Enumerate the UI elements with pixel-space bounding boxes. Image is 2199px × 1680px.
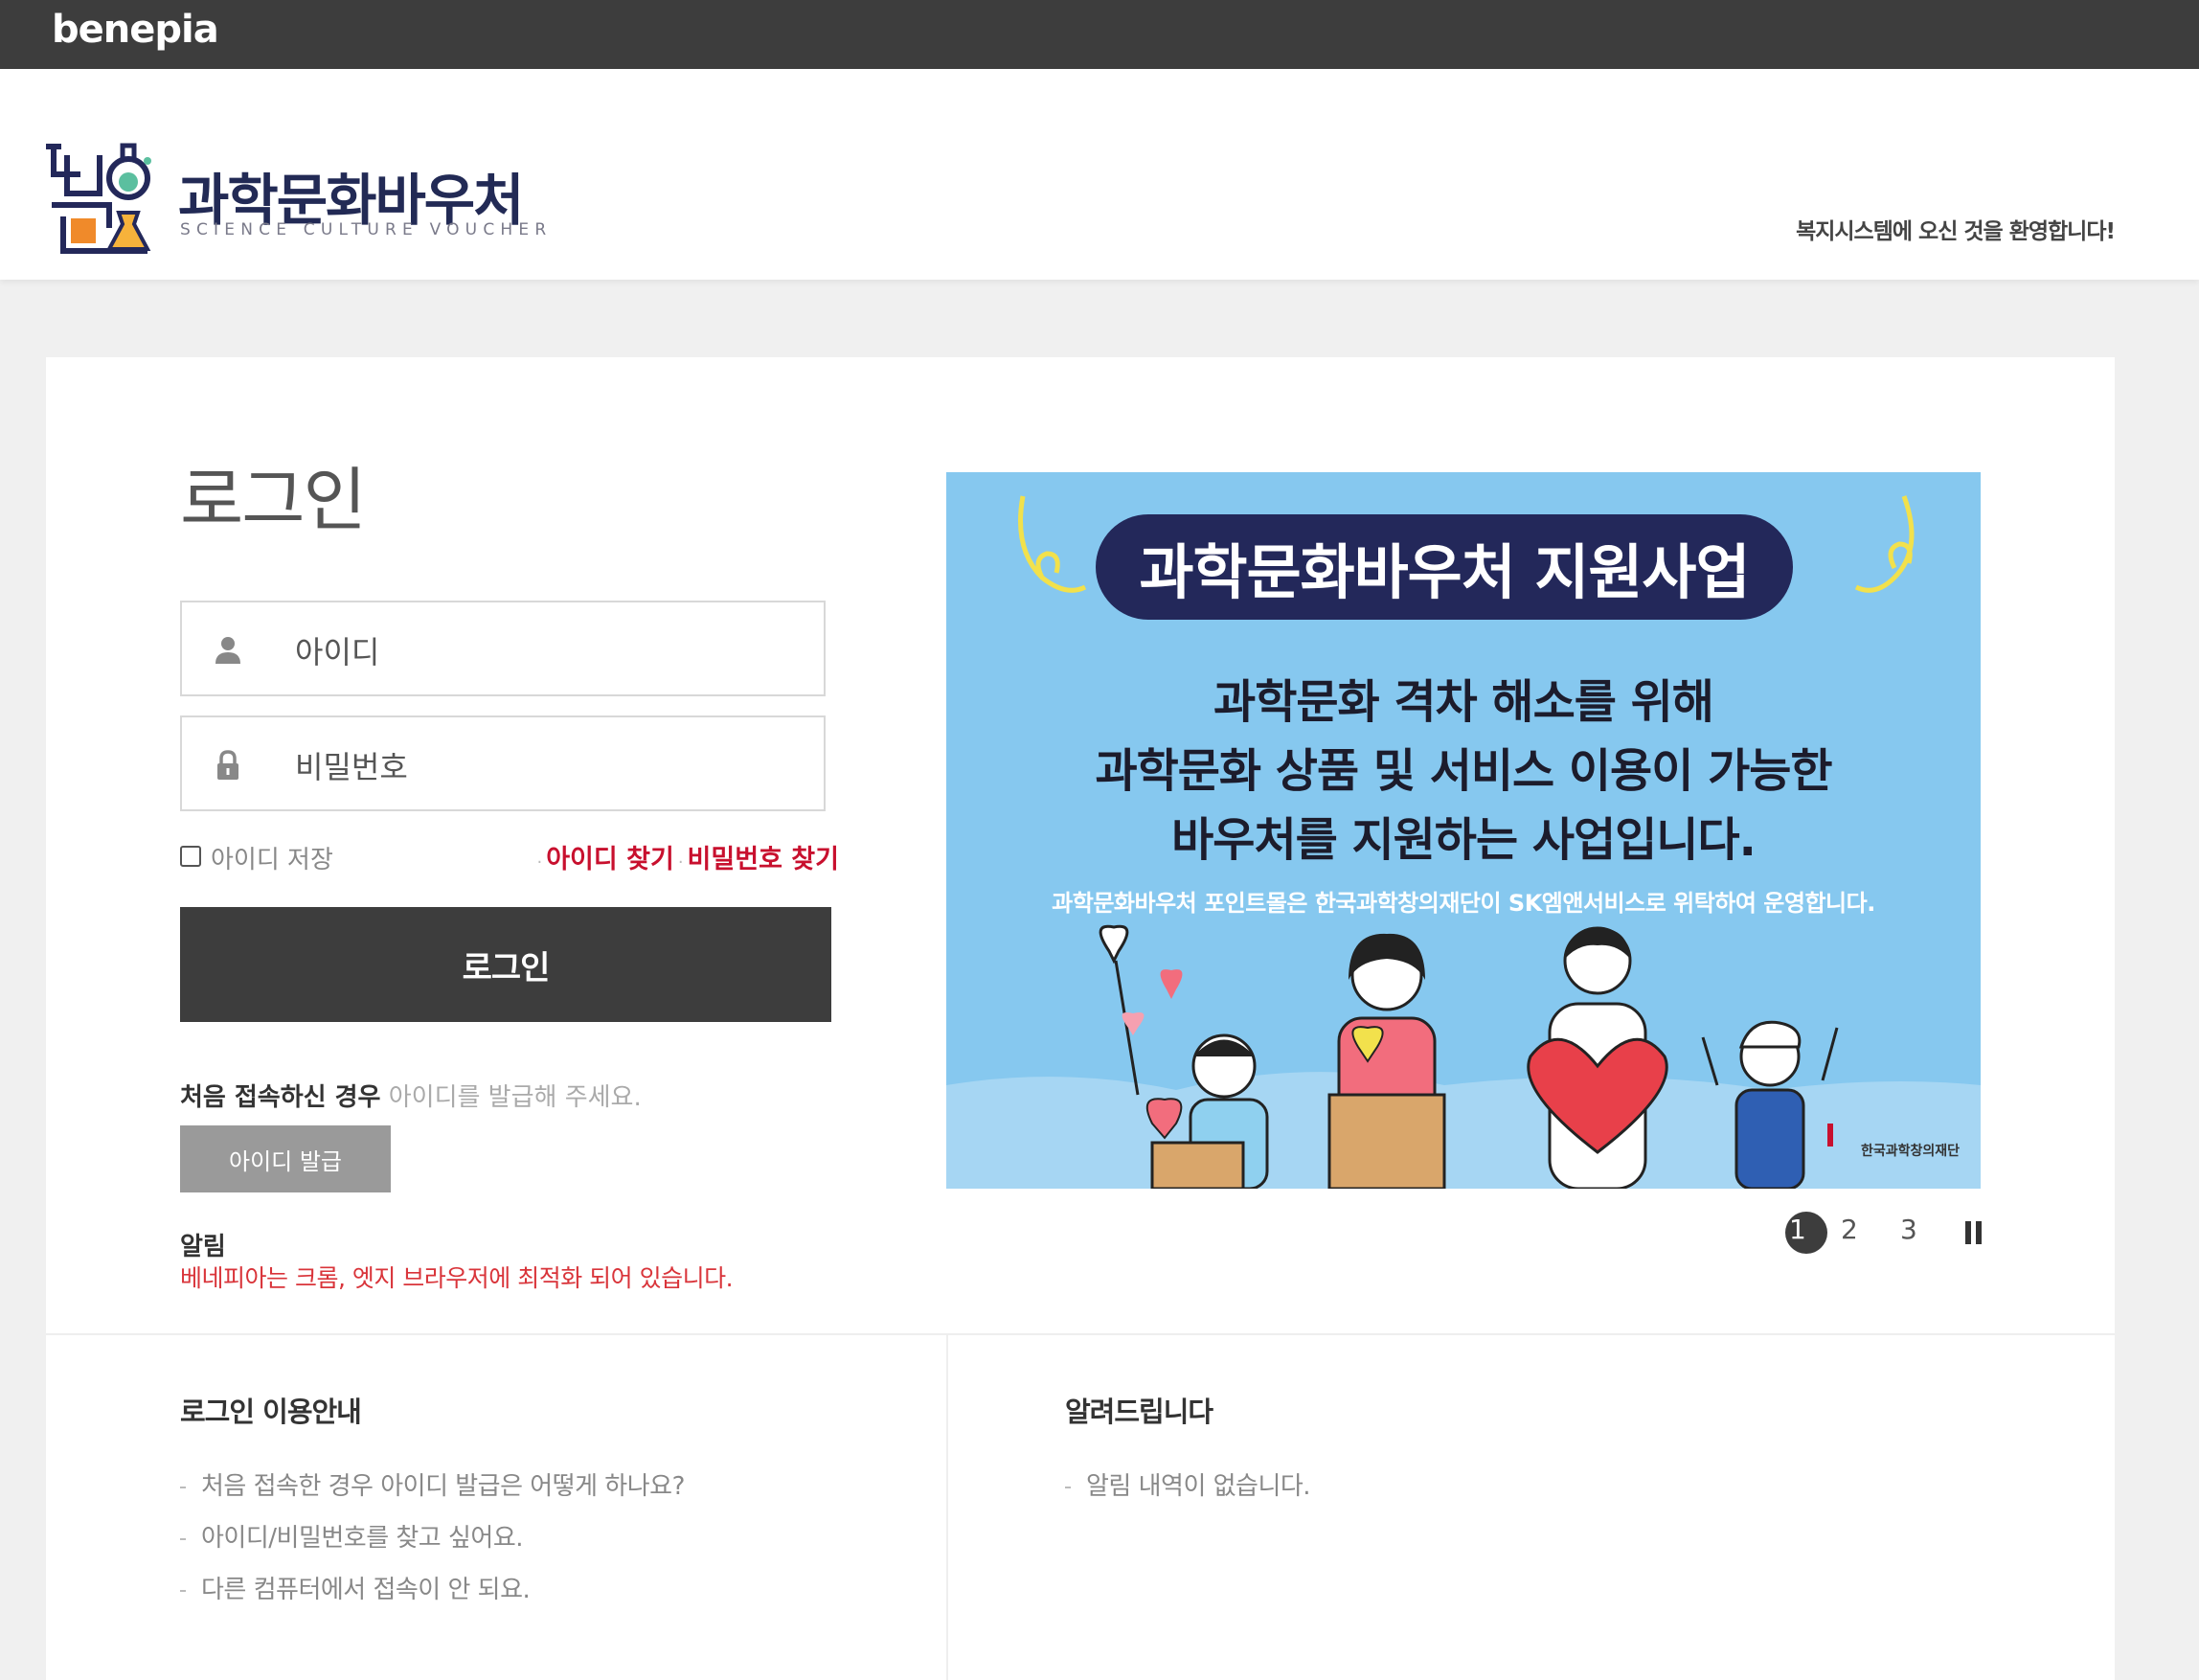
save-id-label[interactable]: 아이디 저장 — [211, 840, 333, 875]
banner-line-1: 과학문화 격차 해소를 위해 — [1213, 675, 1714, 729]
notices-title: 알려드립니다 — [1065, 1396, 1213, 1428]
first-visit-light: 아이디를 발급해 주세요. — [388, 1083, 642, 1112]
pager-page-1[interactable]: 1 — [1789, 1214, 1806, 1245]
login-guide-title: 로그인 이용안내 — [180, 1396, 362, 1428]
login-button[interactable]: 로그인 — [180, 907, 831, 1022]
promo-banner[interactable]: 과학문화바우처 지원사업 과학문화 격차 해소를 위해 과학문화 상품 및 서비… — [946, 472, 1981, 1189]
bullet-icon — [1065, 1486, 1071, 1488]
bullet-icon — [180, 1486, 186, 1488]
password-field[interactable]: 비밀번호 — [180, 715, 826, 811]
swirl-decoration-icon — [1018, 495, 1087, 593]
welcome-text: 복지시스템에 오신 것을 환영합니다! — [1796, 219, 2116, 244]
notice-label: 알림 — [180, 1233, 226, 1261]
lock-icon — [217, 750, 238, 780]
faq-text: 처음 접속한 경우 아이디 발급은 어떻게 하나요? — [201, 1472, 685, 1501]
section-divider — [46, 1333, 2115, 1335]
swirl-decoration-icon — [1854, 495, 1915, 593]
column-divider — [946, 1334, 948, 1680]
id-placeholder: 아이디 — [295, 634, 380, 670]
banner-title: 과학문화바우처 지원사업 — [1096, 514, 1793, 620]
password-placeholder: 비밀번호 — [295, 749, 408, 785]
id-field[interactable]: 아이디 — [180, 601, 826, 696]
pause-icon[interactable] — [1965, 1221, 1983, 1244]
logo-subtitle: SCIENCE CULTURE VOUCHER — [180, 220, 553, 239]
save-id-checkbox[interactable] — [180, 846, 201, 867]
banner-operator-note: 과학문화바우처 포인트몰은 한국과학창의재단이 SK엠앤서비스로 위탁하여 운영… — [1052, 890, 1875, 917]
banner-foundation-label: 한국과학창의재단 — [1860, 1144, 1960, 1159]
browser-notice: 베네피아는 크롬, 엣지 브라우저에 최적화 되어 있습니다. — [180, 1264, 734, 1292]
login-card: 로그인 아이디 비밀번호 아이디 저장 · 아이디 찾기 · 비밀번호 찾기 로그인 … — [46, 357, 2115, 1680]
banner-line-3: 바우처를 지원하는 사업입니다. — [1171, 813, 1757, 867]
save-id-row: 아이디 저장 · 아이디 찾기 · 비밀번호 찾기 — [180, 838, 839, 875]
pager-page-2[interactable]: 2 — [1841, 1214, 1858, 1245]
first-visit-guide: 처음 접속하신 경우 아이디를 발급해 주세요. — [180, 1078, 642, 1113]
site-header: 과학문화바우처 SCIENCE CULTURE VOUCHER 복지시스템에 오… — [0, 69, 2199, 280]
user-icon — [215, 637, 240, 664]
faq-item[interactable]: 다른 컴퓨터에서 접속이 안 되요. — [180, 1570, 531, 1605]
link-separator: · — [536, 852, 543, 873]
faq-item[interactable]: 처음 접속한 경우 아이디 발급은 어떻게 하나요? — [180, 1466, 685, 1502]
find-id-link[interactable]: 아이디 찾기 — [546, 845, 674, 874]
find-links: · 아이디 찾기 · 비밀번호 찾기 — [533, 838, 839, 875]
people-with-hearts-illustration-icon — [946, 924, 1981, 1189]
pager-page-3[interactable]: 3 — [1900, 1214, 1917, 1245]
issue-id-button[interactable]: 아이디 발급 — [180, 1125, 391, 1192]
first-visit-bold: 처음 접속하신 경우 — [180, 1083, 381, 1112]
page-title: 로그인 — [180, 460, 367, 540]
notices-empty-text: 알림 내역이 없습니다. — [1086, 1472, 1311, 1501]
find-password-link[interactable]: 비밀번호 찾기 — [688, 845, 839, 874]
benepia-logo[interactable]: benepia — [52, 8, 219, 52]
science-voucher-logo-icon[interactable] — [42, 136, 167, 261]
banner-pager: 1 2 3 — [1785, 1208, 2015, 1256]
faq-text: 아이디/비밀번호를 찾고 싶어요. — [201, 1524, 524, 1553]
bullet-icon — [180, 1537, 186, 1540]
top-bar: benepia — [0, 0, 2199, 69]
faq-item[interactable]: 아이디/비밀번호를 찾고 싶어요. — [180, 1518, 524, 1554]
bullet-icon — [180, 1589, 186, 1592]
link-separator: · — [677, 852, 684, 873]
faq-text: 다른 컴퓨터에서 접속이 안 되요. — [201, 1576, 531, 1604]
banner-line-2: 과학문화 상품 및 서비스 이용이 가능한 — [1095, 744, 1832, 798]
notices-empty-item: 알림 내역이 없습니다. — [1065, 1466, 1311, 1502]
